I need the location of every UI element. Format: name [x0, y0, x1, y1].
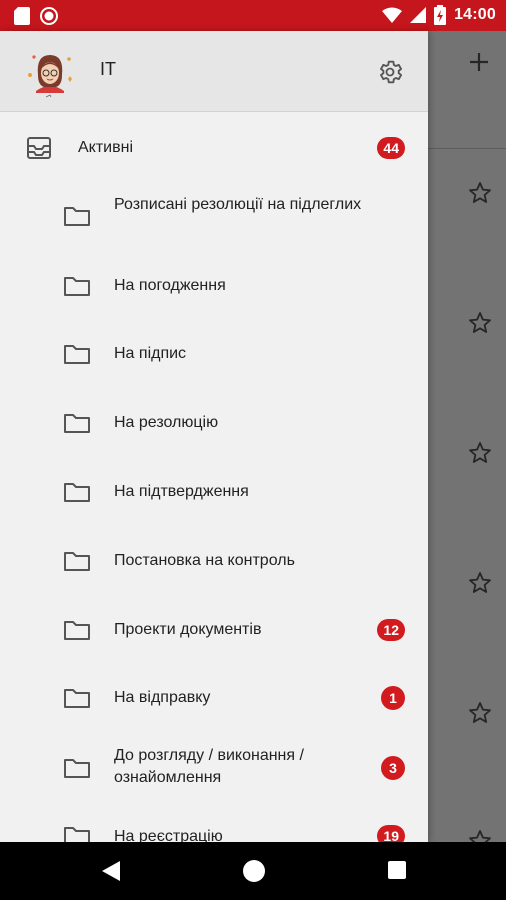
inbox-icon	[27, 137, 51, 159]
folder-icon	[64, 483, 90, 502]
folder-icon	[64, 759, 90, 778]
folder-icon	[64, 689, 90, 708]
menu-item-label: На підпис	[114, 345, 187, 362]
folder-icon	[64, 552, 90, 571]
folder-icon	[64, 414, 90, 433]
menu-item-folder[interactable]: Постановка на контроль	[0, 546, 428, 576]
folder-icon	[64, 827, 90, 842]
menu-item-active[interactable]: Активні 44	[0, 127, 428, 169]
menu-item-folder[interactable]: До розгляду / виконання / ознайомлення 3	[0, 743, 428, 793]
back-icon[interactable]	[100, 859, 122, 883]
clock: 14:00	[454, 6, 496, 23]
menu-item-folder[interactable]: Проекти документів 12	[0, 615, 428, 645]
user-name: IT	[100, 59, 116, 79]
wifi-icon	[382, 7, 403, 23]
folder-icon	[64, 207, 90, 226]
count-badge: 1	[381, 686, 405, 710]
menu-item-folder[interactable]: Розписані резолюції на підлеглих	[0, 191, 428, 241]
drawer-header: IT	[0, 31, 428, 112]
count-badge: 19	[377, 825, 405, 842]
settings-icon[interactable]	[376, 58, 404, 86]
menu-item-label: На погодження	[114, 277, 226, 294]
menu-item-label: На резолюцію	[114, 414, 219, 431]
menu-item-label: Активні	[78, 139, 134, 156]
menu-item-label: На підтвердження	[114, 483, 249, 500]
recents-icon[interactable]	[387, 860, 407, 880]
system-navigation-bar	[0, 842, 506, 900]
home-icon[interactable]	[242, 859, 266, 883]
battery-icon	[434, 5, 447, 25]
menu-item-label: Розписані резолюції на підлеглих	[114, 196, 362, 213]
avatar[interactable]	[22, 45, 78, 101]
status-bar: 14:00	[0, 0, 506, 31]
menu-item-label: До розгляду / виконання / ознайомлення	[114, 747, 304, 786]
folder-icon	[64, 277, 90, 296]
navigation-drawer: IT Активні 44 Розписані резолюції на під…	[0, 31, 428, 842]
menu-item-folder[interactable]: На відправку 1	[0, 683, 428, 713]
signal-icon	[410, 7, 427, 23]
menu-item-folder[interactable]: На підтвердження	[0, 477, 428, 507]
menu-item-label: На реєстрацію	[114, 828, 223, 842]
menu-item-folder[interactable]: На реєстрацію 19	[0, 821, 428, 842]
count-badge: 12	[377, 619, 405, 641]
menu-item-folder[interactable]: На підпис	[0, 339, 428, 369]
menu-item-label: На відправку	[114, 689, 211, 706]
menu-item-folder[interactable]: На резолюцію	[0, 408, 428, 438]
menu-item-label: Проекти документів	[114, 621, 262, 638]
count-badge: 44	[377, 137, 405, 159]
menu-item-folder[interactable]: На погодження	[0, 271, 428, 301]
folder-icon	[64, 345, 90, 364]
record-icon	[40, 7, 58, 25]
folder-icon	[64, 621, 90, 640]
sd-card-icon	[14, 7, 30, 25]
menu-item-label: Постановка на контроль	[114, 552, 295, 569]
count-badge: 3	[381, 756, 405, 780]
